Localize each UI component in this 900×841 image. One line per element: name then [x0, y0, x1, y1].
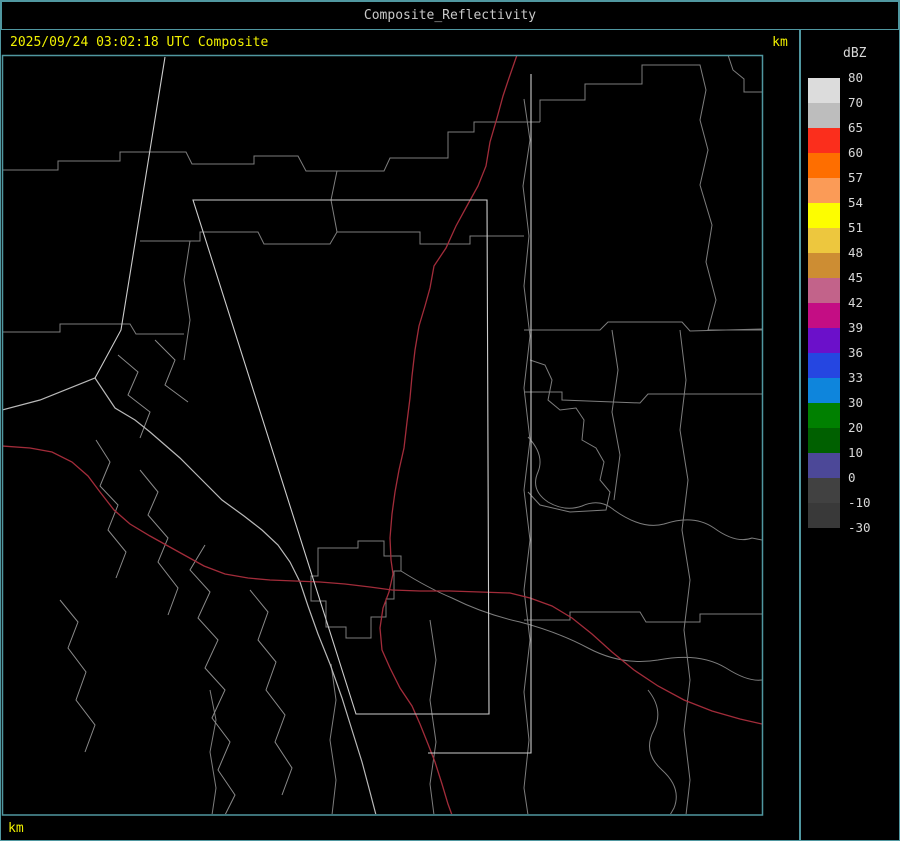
- colorbar-tick-label: 54: [848, 195, 864, 210]
- colorbar-block: [808, 328, 840, 353]
- colorbar-tick-label: 48: [848, 245, 864, 260]
- colorbar-block: [808, 503, 840, 528]
- bottom-axis-unit: km: [8, 821, 24, 836]
- colorbar-block: [808, 278, 840, 303]
- colorbar-block: [808, 303, 840, 328]
- colorbar-block: [808, 453, 840, 478]
- colorbar-block: [808, 153, 840, 178]
- colorbar-tick-label: 57: [848, 170, 864, 185]
- colorbar-tick-label: -30: [848, 520, 871, 535]
- colorbar-block: [808, 178, 840, 203]
- colorbar-tick-label: 70: [848, 95, 864, 110]
- scan-sector-outlines: [94, 56, 532, 754]
- colorbar-block: [808, 203, 840, 228]
- county-boundaries: [3, 56, 762, 814]
- colorbar-tick-label: 51: [848, 220, 864, 235]
- colorbar-tick-label: 39: [848, 320, 864, 335]
- colorbar-tick-label: 20: [848, 420, 864, 435]
- colorbar-block: [808, 253, 840, 278]
- colorbar-tick-label: 10: [848, 445, 864, 460]
- colorbar-tick-label: 33: [848, 370, 864, 385]
- colorbar-block: [808, 228, 840, 253]
- colorbar-tick-label: 30: [848, 395, 864, 410]
- colorbar-tick-label: 60: [848, 145, 864, 160]
- colorbar-block: [808, 428, 840, 453]
- right-axis: [764, 55, 799, 815]
- colorbar-block: [808, 78, 840, 103]
- colorbar-block: [808, 103, 840, 128]
- colorbar-panel: dBZ 80 70 65 60 57 54 51 48 45 42 39 36 33 30 20 10 0 -10…: [801, 30, 900, 841]
- window-title: Composite_Reflectivity: [363, 8, 537, 23]
- provincial-border: [3, 377, 377, 814]
- colorbar-tick-label: 0: [848, 470, 856, 485]
- colorbar-block: [808, 403, 840, 428]
- bottom-axis: km: [2, 816, 763, 839]
- colorbar-block: [808, 378, 840, 403]
- highways: [3, 56, 762, 814]
- colorbar-tick-label: 45: [848, 270, 864, 285]
- radar-viewer-window: Composite_Reflectivity 2025/09/24 03:02:…: [0, 0, 900, 841]
- colorbar-tick-label: 80: [848, 70, 864, 85]
- colorbar-block: [808, 128, 840, 153]
- colorbar-block: [808, 478, 840, 503]
- colorbar-tick-label: 65: [848, 120, 864, 135]
- colorbar-block: [808, 353, 840, 378]
- colorbar-tick-label: 42: [848, 295, 864, 310]
- panel-divider: [799, 30, 801, 841]
- map-border: [1, 54, 764, 816]
- terrain-lines: [59, 339, 293, 814]
- title-bar: Composite_Reflectivity: [1, 1, 899, 30]
- right-axis-unit: km: [772, 35, 788, 50]
- colorbar-title: dBZ: [843, 46, 867, 61]
- timestamp: 2025/09/24 03:02:18 UTC Composite: [10, 35, 269, 50]
- colorbar-tick-label: 36: [848, 345, 864, 360]
- colorbar-tick-label: -10: [848, 495, 871, 510]
